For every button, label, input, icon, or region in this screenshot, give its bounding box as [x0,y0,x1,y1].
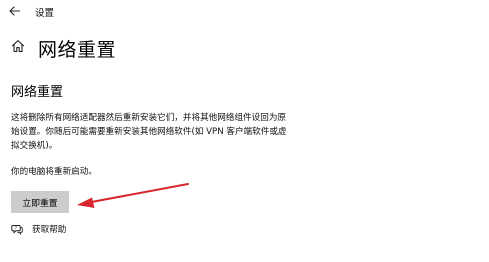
description-line: 始设置。你随后可能需要重新安装其他网络软件(如 VPN 客户端软件或虚 [11,127,287,137]
restart-note: 你的电脑将重新启动。 [11,167,97,177]
title-bar: 设置 [0,0,489,24]
reset-now-button[interactable]: 立即重置 [11,191,69,213]
page-title: 网络重置 [38,39,117,61]
get-help-label: 获取帮助 [32,225,67,235]
back-arrow-icon [8,6,20,16]
annotation-arrow-head [77,197,95,208]
reset-description: 这将删除所有网络适配器然后重新安装它们，并将其他网络组件设回为原 始设置。你随后… [11,111,293,153]
description-line: 拟交换机)。 [11,141,58,151]
get-help-link[interactable]: ? 获取帮助 [11,222,66,236]
chat-help-icon: ? [11,225,23,235]
window-title: 设置 [35,8,55,19]
annotation-arrow-shaft [85,183,189,204]
home-icon [11,40,25,53]
section-title: 网络重置 [11,85,64,100]
back-button[interactable] [5,3,23,19]
description-line: 这将删除所有网络适配器然后重新安装它们，并将其他网络组件设回为原 [11,113,287,123]
